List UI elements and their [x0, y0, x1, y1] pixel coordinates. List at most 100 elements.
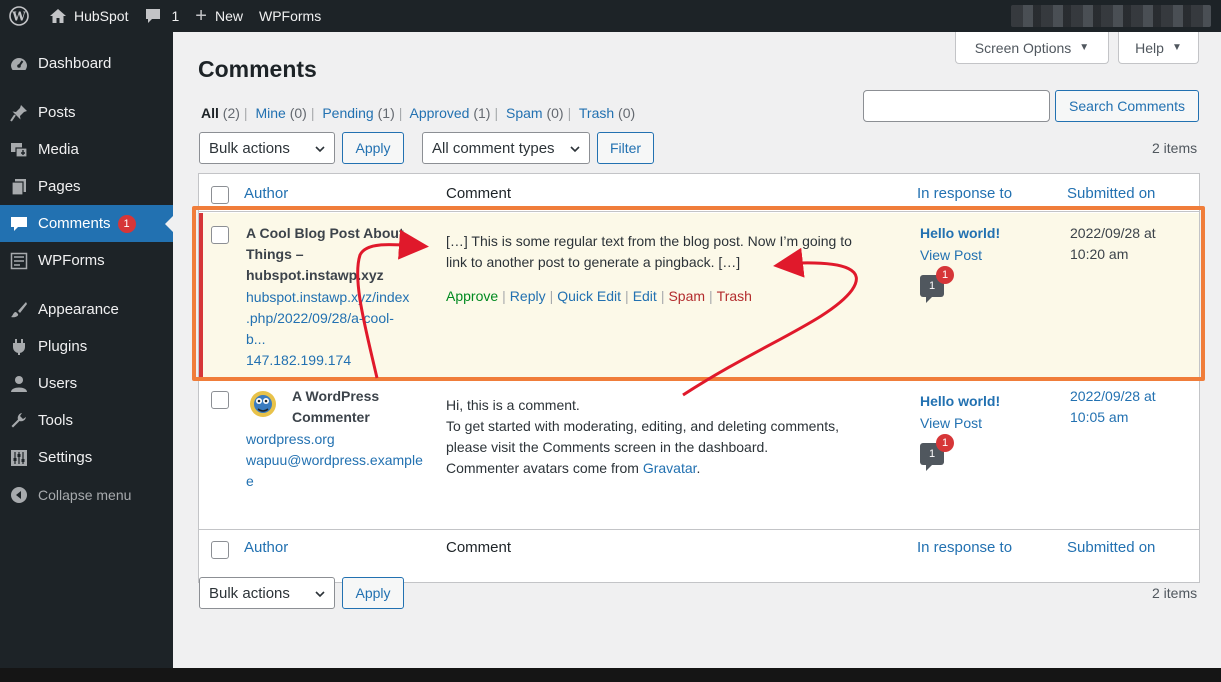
response-post-title[interactable]: Hello world! — [920, 225, 1000, 241]
column-in-response-to[interactable]: In response to — [917, 185, 1012, 202]
account-menu-blurred[interactable] — [1011, 5, 1211, 27]
settings-icon — [9, 448, 29, 468]
action-separator: | — [502, 288, 506, 304]
apply-button-bottom[interactable]: Apply — [342, 577, 404, 609]
collapse-menu-button[interactable]: Collapse menu — [0, 476, 173, 513]
post-comment-count-bubble[interactable]: 1 1 — [920, 266, 954, 303]
filter-spam-count: (0) — [546, 105, 564, 121]
action-separator: | — [549, 288, 554, 304]
apply-button-top[interactable]: Apply — [342, 132, 404, 164]
search-comments-button[interactable]: Search Comments — [1055, 90, 1199, 122]
column-in-response-to[interactable]: In response to — [917, 539, 1012, 556]
admin-sidebar: Dashboard Posts Media Pages Comments 1 W… — [0, 32, 173, 682]
menu-label-plugins: Plugins — [38, 338, 88, 355]
bulk-actions-select-top[interactable]: Bulk actions — [199, 132, 335, 164]
menu-item-appearance[interactable]: Appearance — [0, 291, 173, 328]
filter-pending-count: (1) — [377, 105, 395, 121]
screen-options-button[interactable]: Screen Options ▼ — [955, 32, 1109, 64]
menu-item-posts[interactable]: Posts — [0, 94, 173, 131]
admin-bar-site-link[interactable]: HubSpot — [41, 0, 136, 32]
column-submitted-on[interactable]: Submitted on — [1067, 539, 1155, 556]
menu-item-wpforms[interactable]: WPForms — [0, 242, 173, 279]
view-post-link[interactable]: View Post — [920, 247, 982, 263]
select-all-checkbox[interactable] — [211, 186, 229, 204]
menu-label-appearance: Appearance — [38, 301, 119, 318]
comment-type-select[interactable]: All comment types — [422, 132, 590, 164]
submitted-on[interactable]: 2022/09/28 at 10:05 am — [1070, 386, 1156, 428]
help-label: Help — [1135, 39, 1164, 56]
admin-bar-comments-link[interactable]: 1 — [136, 0, 187, 32]
admin-bar-comments-count: 1 — [171, 8, 180, 24]
table-footer: Author Comment In response to Submitted … — [199, 529, 1199, 567]
menu-item-users[interactable]: Users — [0, 365, 173, 402]
column-author[interactable]: Author — [244, 539, 288, 556]
admin-bar-wpforms-link[interactable]: WPForms — [251, 0, 329, 32]
home-icon — [49, 8, 67, 24]
filter-spam[interactable]: Spam — [506, 105, 543, 121]
screen-bottom-edge — [0, 668, 1221, 682]
user-icon — [9, 374, 29, 394]
chevron-down-icon — [569, 142, 581, 159]
menu-item-tools[interactable]: Tools — [0, 402, 173, 439]
filter-mine[interactable]: Mine — [255, 105, 285, 121]
view-post-link[interactable]: View Post — [920, 415, 982, 431]
comment-author-url[interactable]: hubspot.instawp.xyz/index .php/2022/09/2… — [246, 287, 431, 350]
gravatar-link[interactable]: Gravatar — [643, 460, 697, 476]
author-url-line: hubspot.instawp.xyz/index — [246, 289, 410, 305]
quick-edit-link[interactable]: Quick Edit — [557, 288, 621, 304]
column-comment: Comment — [446, 185, 512, 202]
menu-item-settings[interactable]: Settings — [0, 439, 173, 476]
comment-line: […] This is some regular text from the b… — [446, 233, 852, 249]
menu-item-dashboard[interactable]: Dashboard — [0, 45, 173, 82]
collapse-menu-label: Collapse menu — [38, 486, 132, 503]
admin-bar-new-link[interactable]: + New — [187, 0, 251, 32]
wordpress-logo-icon[interactable]: W — [0, 0, 41, 32]
help-button[interactable]: Help ▼ — [1118, 32, 1199, 64]
author-url-line: b... — [246, 331, 266, 347]
comment-author-email[interactable]: wapuu@wordpress.example e — [246, 450, 431, 492]
comment-search-input[interactable] — [863, 90, 1050, 122]
column-submitted-on[interactable]: Submitted on — [1067, 185, 1155, 202]
brush-icon — [9, 300, 29, 320]
commenter-avatar — [248, 389, 278, 419]
select-all-checkbox[interactable] — [211, 541, 229, 559]
reply-link[interactable]: Reply — [510, 288, 546, 304]
table-row: A WordPress Commenter wordpress.org wapu… — [199, 381, 1199, 528]
items-count-bottom: 2 items — [1152, 585, 1198, 601]
comments-table: Author Comment In response to Submitted … — [198, 173, 1200, 583]
action-separator: | — [709, 288, 713, 304]
author-name-line: hubspot.instawp.xyz — [246, 267, 384, 283]
table-row: A Cool Blog Post About Things – hubspot.… — [199, 213, 1199, 380]
column-author[interactable]: Author — [244, 185, 288, 202]
row-checkbox[interactable] — [211, 226, 229, 244]
filter-approved[interactable]: Approved — [410, 105, 470, 121]
filter-pending[interactable]: Pending — [322, 105, 373, 121]
post-comment-count-bubble[interactable]: 1 1 — [920, 434, 954, 471]
bulk-actions-select-bottom[interactable]: Bulk actions — [199, 577, 335, 609]
approved-count: 1 — [928, 280, 936, 292]
column-comment: Comment — [446, 539, 512, 556]
form-icon — [9, 251, 29, 271]
approve-link[interactable]: Approve — [446, 288, 498, 304]
row-checkbox[interactable] — [211, 391, 229, 409]
response-post-title[interactable]: Hello world! — [920, 393, 1000, 409]
filter-trash[interactable]: Trash — [579, 105, 614, 121]
caret-down-icon: ▼ — [1079, 42, 1090, 53]
trash-link[interactable]: Trash — [717, 288, 752, 304]
edit-link[interactable]: Edit — [633, 288, 657, 304]
author-name-line: Things – — [246, 246, 304, 262]
comment-author-url[interactable]: wordpress.org — [246, 429, 335, 450]
menu-item-media[interactable]: Media — [0, 131, 173, 168]
author-name-line: A Cool Blog Post About — [246, 225, 404, 241]
filter-button[interactable]: Filter — [597, 132, 654, 164]
comment-author-ip[interactable]: 147.182.199.174 — [246, 350, 351, 371]
comment-type-value: All comment types — [432, 139, 555, 157]
spam-link[interactable]: Spam — [668, 288, 705, 304]
admin-bar: W HubSpot 1 + New WPForms — [0, 0, 1221, 32]
bulk-actions-value: Bulk actions — [209, 139, 290, 157]
menu-item-plugins[interactable]: Plugins — [0, 328, 173, 365]
filter-all[interactable]: All — [201, 105, 219, 121]
menu-item-comments[interactable]: Comments 1 — [0, 205, 173, 242]
menu-item-pages[interactable]: Pages — [0, 168, 173, 205]
wrench-icon — [9, 411, 29, 431]
